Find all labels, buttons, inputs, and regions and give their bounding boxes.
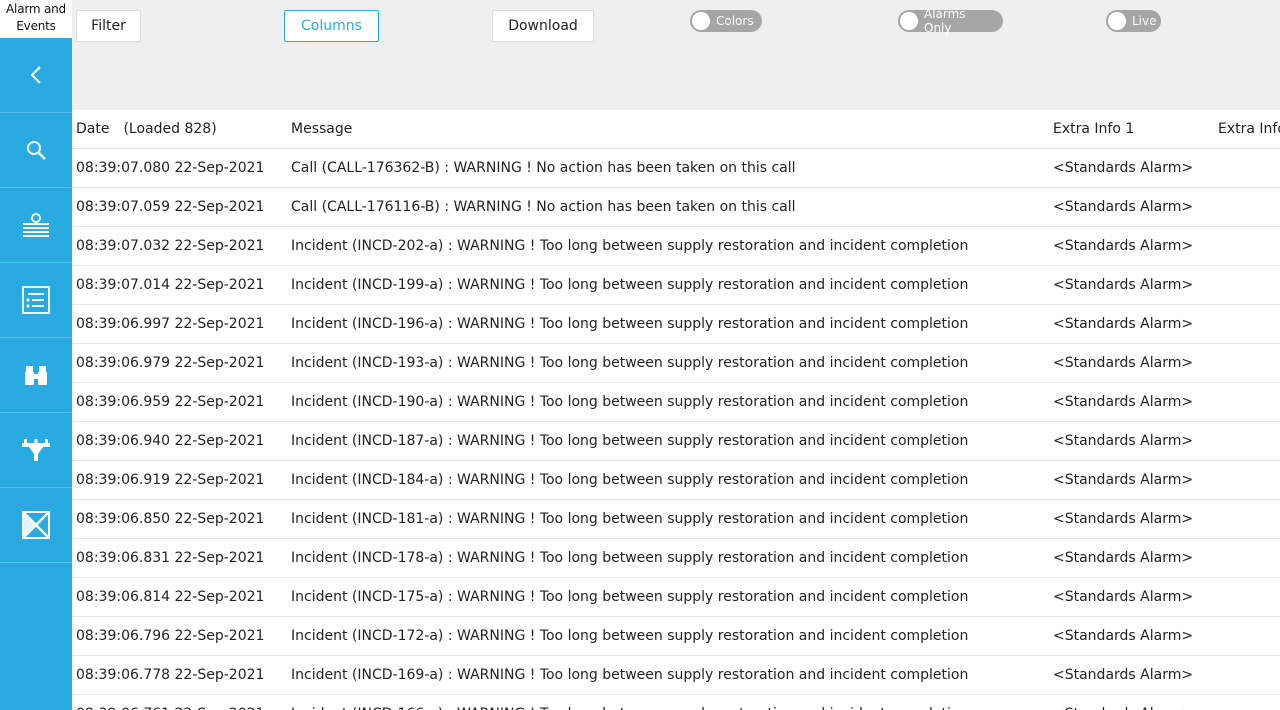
date-cell: 08:39:06.850 22-Sep-2021 (76, 511, 265, 527)
sidebar-item-map[interactable] (0, 488, 72, 563)
date-cell: 08:39:06.979 22-Sep-2021 (76, 355, 265, 371)
toolbar: Filter Columns Download Colors Alarms On… (72, 0, 1280, 110)
toggle-knob (1108, 12, 1126, 30)
events-table: Date (Loaded 828) Message Extra Info 1 Ex… (72, 110, 1280, 710)
table-row[interactable]: 08:39:06.831 22-Sep-2021 Incident (INCD-1… (72, 539, 1280, 578)
sidebar-item-alarms[interactable] (0, 188, 72, 263)
date-header-label: Date (76, 121, 110, 137)
extra-info-1-cell: <Standards Alarm> (1053, 160, 1194, 176)
table-row[interactable]: 08:39:07.080 22-Sep-2021 Call (CALL-17636… (72, 149, 1280, 188)
extra-info-1-cell: <Standards Alarm> (1053, 355, 1194, 371)
loaded-count: (Loaded 828) (123, 121, 217, 137)
extra-info-1-cell: <Standards Alarm> (1053, 394, 1194, 410)
table-row[interactable]: 08:39:07.032 22-Sep-2021 Incident (INCD-2… (72, 227, 1280, 266)
sidebar-item-binoculars[interactable] (0, 338, 72, 413)
sidebar-item-search[interactable] (0, 113, 72, 188)
message-cell: Incident (INCD-181-a) : WARNING ! Too lo… (291, 511, 969, 527)
message-cell: Incident (INCD-175-a) : WARNING ! Too lo… (291, 589, 969, 605)
table-row[interactable]: 08:39:06.850 22-Sep-2021 Incident (INCD-1… (72, 500, 1280, 539)
extra-info-1-cell: <Standards Alarm> (1053, 695, 1193, 710)
table-row[interactable]: 08:39:06.796 22-Sep-2021 Incident (INCD-1… (72, 617, 1280, 656)
extra-info-1-cell: <Standards Alarm> (1053, 511, 1194, 527)
message-cell: Incident (INCD-190-a) : WARNING ! Too lo… (291, 394, 969, 410)
sidebar-item-network[interactable] (0, 413, 72, 488)
date-cell: 08:39:07.032 22-Sep-2021 (76, 238, 265, 254)
date-cell: 08:39:06.959 22-Sep-2021 (76, 394, 265, 410)
message-cell: Incident (INCD-172-a) : WARNING ! Too lo… (291, 628, 969, 644)
date-cell: 08:39:06.796 22-Sep-2021 (76, 628, 265, 644)
date-cell: 08:39:07.014 22-Sep-2021 (76, 277, 265, 293)
colors-toggle[interactable]: Colors (690, 10, 762, 32)
tree-list-icon (22, 286, 50, 314)
date-cell: 08:39:07.059 22-Sep-2021 (76, 199, 265, 215)
table-row[interactable]: 08:39:06.979 22-Sep-2021 Incident (INCD-1… (72, 344, 1280, 383)
message-cell: Incident (INCD-193-a) : WARNING ! Too lo… (291, 355, 969, 371)
table-header: Date (Loaded 828) Message Extra Info 1 Ex… (72, 110, 1280, 149)
toggle-knob (900, 12, 918, 30)
sidebar-item-tree[interactable] (0, 263, 72, 338)
date-cell: 08:39:06.919 22-Sep-2021 (76, 472, 265, 488)
message-cell: Incident (INCD-166-a) : WARNING ! Too lo… (291, 695, 968, 710)
message-cell: Incident (INCD-184-a) : WARNING ! Too lo… (291, 472, 969, 488)
date-cell: 08:39:06.814 22-Sep-2021 (76, 589, 265, 605)
live-toggle[interactable]: Live (1106, 10, 1161, 32)
extra-info-1-cell: <Standards Alarm> (1053, 433, 1194, 449)
table-row[interactable]: 08:39:06.778 22-Sep-2021 Incident (INCD-1… (72, 656, 1280, 695)
date-column-header[interactable]: Date (Loaded 828) (76, 110, 217, 148)
network-tower-icon (21, 438, 51, 462)
extra-info-1-column-header[interactable]: Extra Info 1 (1053, 110, 1134, 148)
date-cell: 08:39:07.080 22-Sep-2021 (76, 160, 265, 176)
table-row[interactable]: 08:39:07.014 22-Sep-2021 Incident (INCD-1… (72, 266, 1280, 305)
message-cell: Incident (INCD-199-a) : WARNING ! Too lo… (291, 277, 969, 293)
back-button[interactable] (0, 38, 72, 113)
date-cell: 08:39:06.761 22-Sep-2021 (76, 695, 264, 710)
alarms-only-toggle[interactable]: Alarms Only (898, 7, 1003, 35)
table-row[interactable]: 08:39:06.959 22-Sep-2021 Incident (INCD-1… (72, 383, 1280, 422)
extra-info-2-column-header[interactable]: Extra Info (1218, 110, 1280, 148)
table-row[interactable]: 08:39:06.940 22-Sep-2021 Incident (INCD-1… (72, 422, 1280, 461)
message-cell: Incident (INCD-187-a) : WARNING ! Too lo… (291, 433, 969, 449)
table-row[interactable]: 08:39:06.761 22-Sep-2021 Incident (INCD-1… (72, 695, 1280, 710)
alarms-only-toggle-label: Alarms Only (924, 7, 966, 35)
download-button[interactable]: Download (492, 10, 594, 42)
app-title: Alarm and Events (0, 0, 72, 38)
extra-info-1-cell: <Standards Alarm> (1053, 199, 1194, 215)
columns-button[interactable]: Columns (284, 10, 379, 42)
filter-button[interactable]: Filter (76, 10, 141, 42)
extra-info-1-cell: <Standards Alarm> (1053, 667, 1194, 683)
binoculars-icon (24, 364, 48, 386)
message-cell: Incident (INCD-196-a) : WARNING ! Too lo… (291, 316, 969, 332)
message-cell: Call (CALL-176362-B) : WARNING ! No acti… (291, 160, 796, 176)
date-cell: 08:39:06.997 22-Sep-2021 (76, 316, 265, 332)
table-row[interactable]: 08:39:06.814 22-Sep-2021 Incident (INCD-1… (72, 578, 1280, 617)
live-toggle-label: Live (1132, 14, 1157, 28)
search-icon (25, 139, 47, 161)
table-row[interactable]: 08:39:07.059 22-Sep-2021 Call (CALL-17611… (72, 188, 1280, 227)
extra-info-1-cell: <Standards Alarm> (1053, 316, 1194, 332)
alarm-list-icon (22, 212, 50, 238)
sidebar: Alarm and Events (0, 0, 72, 710)
extra-info-1-cell: <Standards Alarm> (1053, 628, 1194, 644)
message-cell: Incident (INCD-178-a) : WARNING ! Too lo… (291, 550, 969, 566)
message-column-header[interactable]: Message (291, 110, 352, 148)
back-chevron-icon (28, 65, 44, 85)
table-row[interactable]: 08:39:06.997 22-Sep-2021 Incident (INCD-1… (72, 305, 1280, 344)
date-cell: 08:39:06.940 22-Sep-2021 (76, 433, 265, 449)
cross-box-icon (22, 511, 50, 539)
extra-info-1-cell: <Standards Alarm> (1053, 238, 1194, 254)
extra-info-1-cell: <Standards Alarm> (1053, 550, 1194, 566)
extra-info-1-cell: <Standards Alarm> (1053, 472, 1194, 488)
colors-toggle-label: Colors (716, 14, 754, 28)
table-row[interactable]: 08:39:06.919 22-Sep-2021 Incident (INCD-1… (72, 461, 1280, 500)
extra-info-1-cell: <Standards Alarm> (1053, 277, 1194, 293)
message-cell: Call (CALL-176116-B) : WARNING ! No acti… (291, 199, 796, 215)
date-cell: 08:39:06.778 22-Sep-2021 (76, 667, 265, 683)
message-cell: Incident (INCD-169-a) : WARNING ! Too lo… (291, 667, 969, 683)
date-cell: 08:39:06.831 22-Sep-2021 (76, 550, 265, 566)
toggle-knob (692, 12, 710, 30)
extra-info-1-cell: <Standards Alarm> (1053, 589, 1194, 605)
message-cell: Incident (INCD-202-a) : WARNING ! Too lo… (291, 238, 969, 254)
